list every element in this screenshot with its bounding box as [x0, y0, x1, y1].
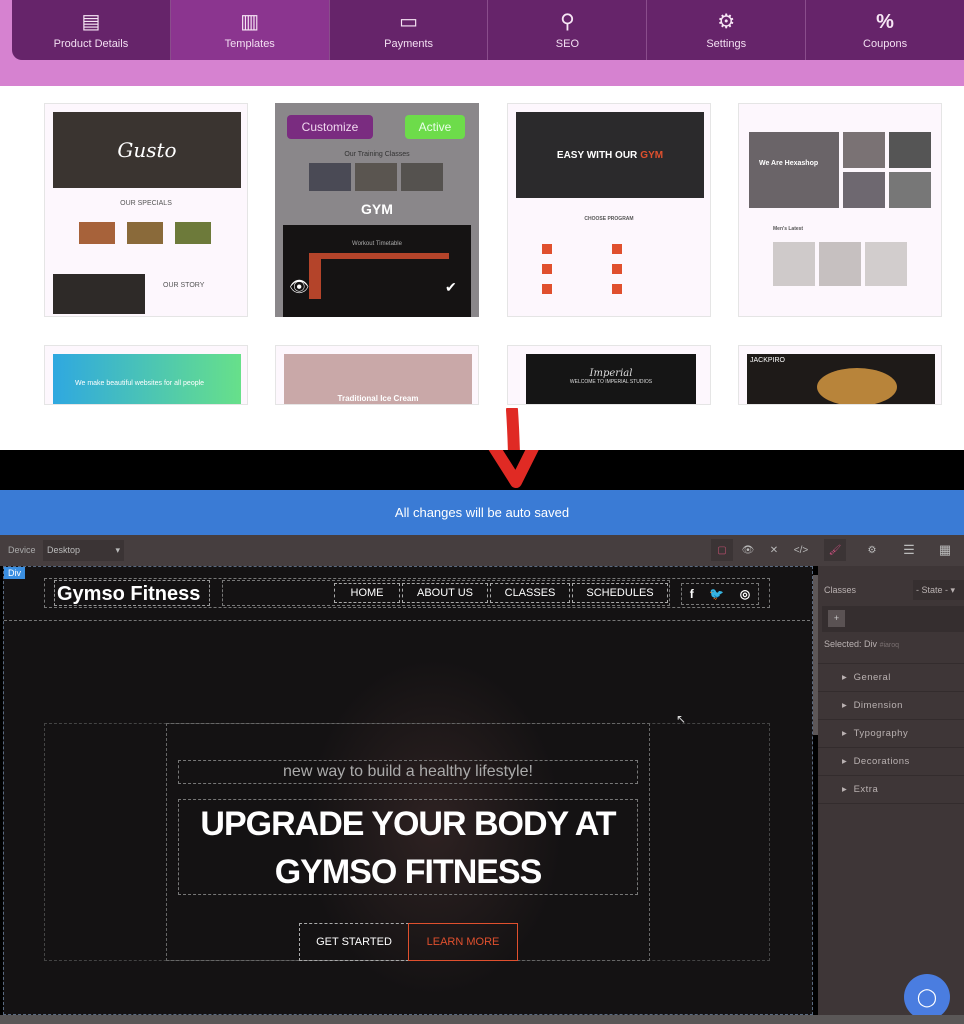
template-card-jackpiro[interactable]: JACKPIRO: [738, 345, 942, 405]
nav-payments[interactable]: ▭ Payments: [330, 0, 489, 60]
device-select[interactable]: Desktop ▾: [43, 540, 124, 561]
style-manager-panel: Classes - State - ▾ + Selected: Div #iar…: [818, 566, 964, 1020]
add-class-button[interactable]: +: [828, 610, 845, 627]
top-band: ▤ Product Details ▥ Templates ▭ Payments ⚲ S…: [0, 0, 964, 86]
nav-coupons[interactable]: % Coupons: [806, 0, 964, 60]
select-check-icon[interactable]: ✔: [445, 279, 457, 296]
section-general[interactable]: ▸ General: [818, 664, 964, 692]
nav-settings[interactable]: ⚙ Settings: [647, 0, 807, 60]
coupon-icon: %: [876, 10, 894, 33]
settings-gear-icon[interactable]: ⚙: [861, 539, 883, 561]
template-card-gym[interactable]: Customize Active Our Training Classes GY…: [275, 103, 479, 317]
editor-toolbar: Device Desktop ▾ ▢ 👁 ✕ </> 🖌 ⚙ ☰ ▦: [0, 535, 964, 566]
layout-icon: ▥: [240, 10, 260, 33]
template-card-imperial[interactable]: Imperial WELCOME TO IMPERIAL STUDIOS: [507, 345, 711, 405]
section-extra[interactable]: ▸ Extra: [818, 776, 964, 804]
hero-headline[interactable]: UPGRADE YOUR BODY AT GYMSO FITNESS: [178, 799, 638, 895]
thumb-hero: EASY WITH OUR GYM: [516, 112, 704, 198]
facebook-icon[interactable]: f: [690, 587, 694, 601]
customize-button[interactable]: Customize: [287, 115, 373, 139]
nav-templates[interactable]: ▥ Templates: [170, 0, 330, 60]
blocks-grid-icon[interactable]: ▦: [934, 539, 956, 561]
active-badge[interactable]: Active: [405, 115, 465, 139]
payment-shield-icon: ▭: [399, 10, 419, 33]
code-icon[interactable]: </>: [790, 539, 812, 561]
template-card-agency[interactable]: We make beautiful websites for all peopl…: [44, 345, 248, 405]
nav-product-details[interactable]: ▤ Product Details: [12, 0, 171, 60]
seo-search-icon: ⚲: [560, 10, 575, 33]
sw-visibility-icon[interactable]: ▢: [711, 539, 733, 561]
template-card-hexashop[interactable]: We Are Hexashop Men's Latest: [738, 103, 942, 317]
product-nav: ▤ Product Details ▥ Templates ▭ Payments ⚲ S…: [12, 0, 964, 60]
autosave-banner: All changes will be auto saved: [0, 490, 964, 535]
section-decorations[interactable]: ▸ Decorations: [818, 748, 964, 776]
chevron-down-icon: ▾: [115, 545, 120, 555]
fullscreen-icon[interactable]: ✕: [763, 539, 785, 561]
preview-eye-icon[interactable]: 👁: [737, 539, 759, 561]
red-arrow-annotation: [506, 408, 520, 450]
site-menu-schedules[interactable]: SCHEDULES: [572, 583, 668, 603]
instagram-icon[interactable]: ◎: [740, 587, 750, 601]
site-brand[interactable]: Gymso Fitness: [54, 580, 210, 606]
hero-tagline[interactable]: new way to build a healthy lifestyle!: [178, 760, 638, 784]
editor-canvas[interactable]: Div Gymso Fitness HOME ABOUT US CLASSES …: [3, 566, 813, 1015]
clipboard-icon: ▤: [81, 10, 101, 33]
learn-more-button[interactable]: LEARN MORE: [408, 923, 518, 961]
red-arrow-head: [488, 450, 539, 488]
gear-icon: ⚙: [717, 10, 736, 33]
site-menu-home[interactable]: HOME: [334, 583, 400, 603]
template-card-training[interactable]: EASY WITH OUR GYM CHOOSE PROGRAM: [507, 103, 711, 317]
section-dimension[interactable]: ▸ Dimension: [818, 692, 964, 720]
mouse-cursor-icon: ↖: [676, 712, 687, 726]
get-started-button[interactable]: GET STARTED: [299, 923, 409, 961]
bottom-bar: [0, 1015, 964, 1024]
templates-grid: Gusto OUR SPECIALS OUR STORY Customize A…: [0, 86, 964, 450]
preview-eye-icon[interactable]: 👁: [289, 277, 309, 297]
style-manager-brush-icon[interactable]: 🖌: [824, 539, 846, 561]
section-typography[interactable]: ▸ Typography: [818, 720, 964, 748]
chat-support-icon[interactable]: ◯: [904, 974, 950, 1020]
template-card-icecream[interactable]: Traditional Ice Cream: [275, 345, 479, 405]
site-menu-about[interactable]: ABOUT US: [402, 583, 488, 603]
site-menu-classes[interactable]: CLASSES: [490, 583, 570, 603]
twitter-icon[interactable]: 🐦: [709, 587, 724, 601]
thumb-hero: Gusto: [53, 112, 241, 188]
template-card-gusto[interactable]: Gusto OUR SPECIALS OUR STORY: [44, 103, 248, 317]
state-select[interactable]: - State - ▾: [913, 580, 964, 600]
nav-seo[interactable]: ⚲ SEO: [488, 0, 648, 60]
layers-icon[interactable]: ☰: [898, 539, 920, 561]
